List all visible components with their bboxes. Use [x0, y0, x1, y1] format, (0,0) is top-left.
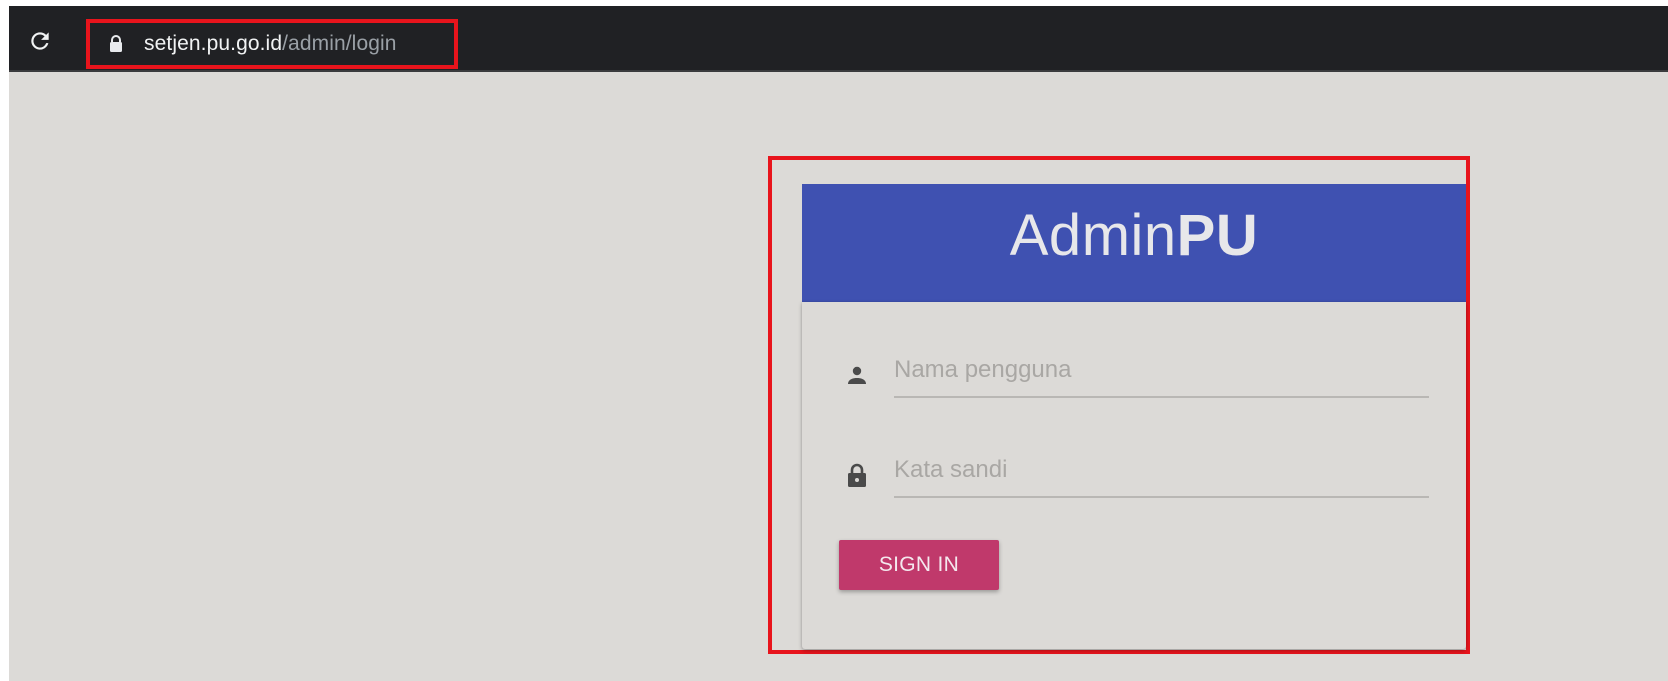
brand-regular: Admin [1009, 203, 1177, 268]
sign-in-button[interactable]: SIGN IN [839, 540, 999, 590]
url-path: /admin/login [282, 32, 397, 55]
url-highlight: setjen.pu.go.id/admin/login [86, 19, 458, 69]
address-bar[interactable]: setjen.pu.go.id/admin/login [81, 14, 1668, 69]
reload-icon [31, 32, 49, 50]
login-card-header: AdminPU [802, 184, 1466, 302]
brand-bold: PU [1176, 203, 1259, 268]
url-text: setjen.pu.go.id/admin/login [144, 32, 397, 56]
reload-button[interactable] [23, 24, 57, 58]
login-form: SIGN IN [802, 302, 1466, 649]
url-host: setjen.pu.go.id [144, 32, 283, 55]
lock-icon [844, 462, 870, 488]
username-input[interactable] [894, 344, 1429, 398]
login-card: AdminPU SIGN IN [802, 176, 1466, 649]
username-field [844, 344, 1434, 400]
password-input[interactable] [894, 444, 1429, 498]
window-top-edge [0, 0, 1668, 8]
password-field [844, 444, 1434, 500]
brand-title: AdminPU [1010, 202, 1258, 269]
browser-toolbar: setjen.pu.go.id/admin/login [9, 8, 1668, 72]
person-icon [844, 362, 870, 388]
lock-icon [110, 35, 122, 52]
